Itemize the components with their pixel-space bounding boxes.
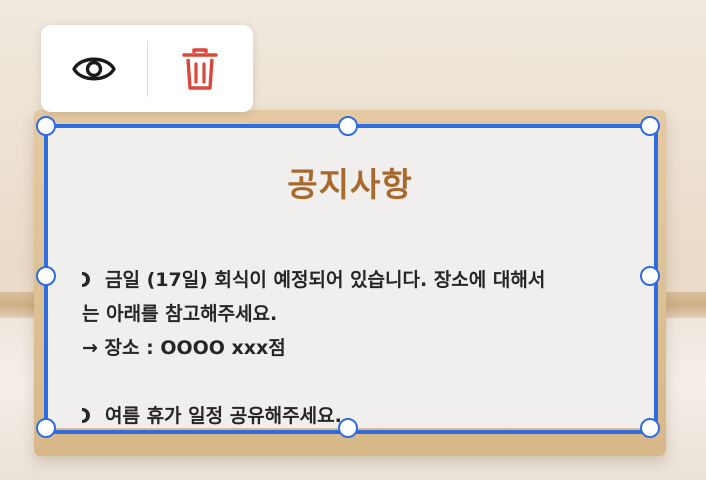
resize-handle-top-center[interactable] <box>338 116 358 136</box>
resize-handle-middle-right[interactable] <box>640 266 660 286</box>
eye-icon <box>72 57 116 80</box>
delete-button[interactable] <box>147 25 253 112</box>
resize-handle-bottom-right[interactable] <box>640 418 660 438</box>
resize-handle-middle-left[interactable] <box>36 266 56 286</box>
resize-handle-top-left[interactable] <box>36 116 56 136</box>
selection-box[interactable] <box>44 124 658 434</box>
resize-handle-top-right[interactable] <box>640 116 660 136</box>
resize-handle-bottom-center[interactable] <box>338 418 358 438</box>
floating-toolbar <box>41 25 253 112</box>
trash-icon <box>182 47 218 90</box>
view-button[interactable] <box>41 25 147 112</box>
resize-handle-bottom-left[interactable] <box>36 418 56 438</box>
